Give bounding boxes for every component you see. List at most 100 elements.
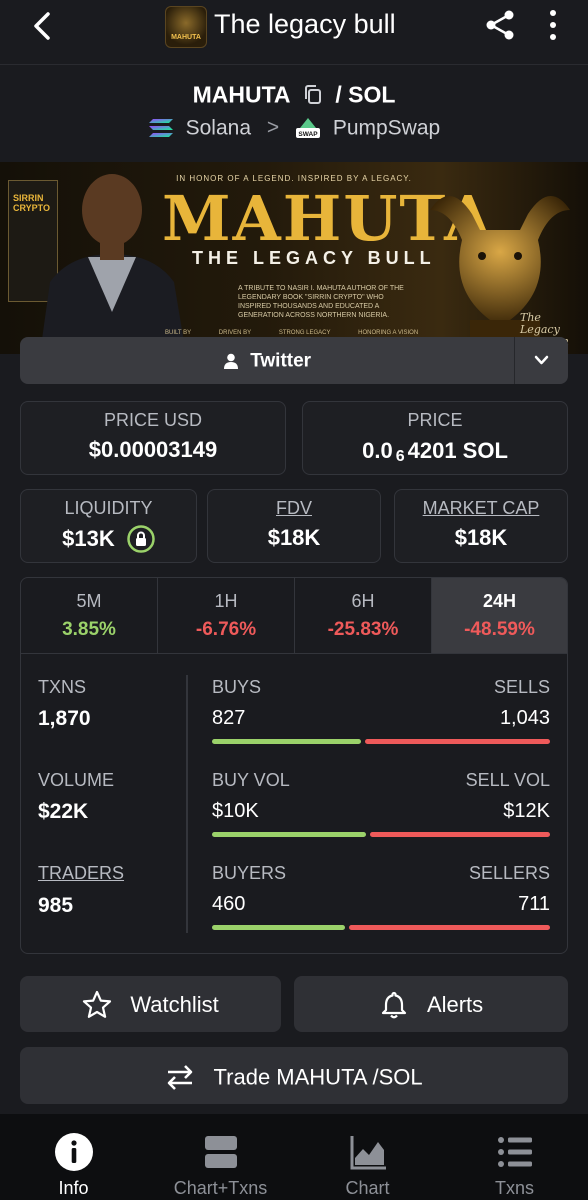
sells-value: 1,043 [499, 707, 550, 729]
more-options-icon[interactable] [540, 8, 566, 42]
txns-value: 1,870 [38, 707, 91, 730]
market-cap-value: $18K [454, 525, 508, 550]
price-usd-value: $0.00003149 [88, 437, 218, 462]
alerts-label: Alerts [426, 992, 484, 1018]
share-icon[interactable] [484, 9, 516, 41]
token-logo: MAHUTA [165, 6, 207, 48]
nav-chart-txns[interactable]: Chart+Txns [147, 1114, 294, 1200]
sell-volume-label: SELL VOL [465, 770, 550, 790]
tab-24h[interactable]: 24H -48.59% [432, 578, 567, 653]
market-cap-card: MARKET CAP $18K [394, 489, 568, 563]
buy-volume-label: BUY VOL [212, 770, 290, 790]
watchlist-button[interactable]: Watchlist [20, 976, 281, 1032]
pumpswap-icon: SWAP [295, 118, 320, 139]
market-cap-label[interactable]: MARKET CAP [395, 498, 567, 519]
buyers-bar [212, 925, 345, 930]
buyers-label: BUYERS [212, 863, 287, 883]
liquidity-label: LIQUIDITY [64, 498, 153, 518]
price-usd-label: PRICE USD [103, 410, 202, 430]
top-bar: MAHUTA The legacy bull [0, 0, 588, 65]
pair-header: MAHUTA / SOL [0, 80, 588, 108]
buy-volume-value: $10K [212, 800, 259, 822]
liquidity-card: LIQUIDITY $13K [20, 489, 197, 563]
alerts-button[interactable]: Alerts [294, 976, 568, 1032]
volume-label: VOLUME [38, 770, 115, 790]
chart-icon [350, 1136, 386, 1170]
trade-button[interactable]: Trade MAHUTA /SOL [20, 1047, 568, 1104]
buys-label: BUYS [212, 677, 262, 697]
nav-txns[interactable]: Txns [441, 1114, 588, 1200]
tab-6h[interactable]: 6H -25.83% [295, 578, 432, 653]
social-links-row: Twitter [20, 337, 568, 384]
pair-quote-symbol: / SOL [335, 81, 396, 108]
back-arrow-icon[interactable] [28, 10, 60, 42]
fdv-label[interactable]: FDV [208, 498, 380, 519]
sell-volume-value: $12K [503, 800, 550, 822]
fdv-value: $18K [267, 525, 321, 550]
lock-icon[interactable] [127, 525, 155, 553]
buy-volume-bar [212, 832, 366, 837]
token-logo-text: MAHUTA [171, 34, 201, 41]
volume-value: $22K [38, 800, 89, 823]
liquidity-value: $13K [62, 526, 115, 552]
nav-label: Txns [494, 1178, 534, 1198]
project-banner: SIRRIN CRYPTO IN HONOR OF A LEGEND. INSP… [0, 162, 588, 354]
nav-label: Chart [345, 1178, 390, 1198]
chain-name[interactable]: Solana [186, 116, 251, 139]
sellers-value: 711 [518, 893, 550, 915]
banner-footer-item: HONORING A VISION [358, 330, 419, 336]
tab-label: 24H [482, 591, 517, 611]
dex-name[interactable]: PumpSwap [333, 116, 440, 139]
price-native-label: PRICE [407, 410, 463, 430]
banner-tribute-text: A TRIBUTE TO NASIR I. MAHUTA AUTHOR OF T… [238, 285, 404, 319]
chain-breadcrumb: Solana > SWAP PumpSwap [0, 116, 588, 140]
price-native-suffix: 4201 SOL [407, 438, 508, 464]
tab-change: 3.85% [62, 619, 116, 640]
twitter-button[interactable]: Twitter [20, 337, 514, 384]
liquidity-value-row: $13K [21, 525, 196, 553]
tab-label: 5M [76, 591, 102, 611]
page-title: The legacy bull [214, 9, 396, 39]
nav-label: Chart+Txns [173, 1178, 268, 1198]
timeframe-tabs: 5M 3.85% 1H -6.76% 6H -25.83% 24H -48.59… [21, 578, 567, 654]
tab-change: -48.59% [464, 619, 535, 640]
nav-chart[interactable]: Chart [294, 1114, 441, 1200]
tab-label: 1H [214, 591, 238, 611]
sellers-bar [349, 925, 550, 930]
tab-1h[interactable]: 1H -6.76% [158, 578, 295, 653]
swap-arrows-icon [168, 1065, 193, 1091]
chart-txns-icon [204, 1136, 237, 1168]
price-native-value: 0.0 6 4201 SOL [303, 437, 567, 466]
price-native-zero-count: 6 [395, 448, 405, 466]
bottom-navigation: Info Chart+Txns Chart Txns [0, 1114, 588, 1200]
trading-stats-panel: 5M 3.85% 1H -6.76% 6H -25.83% 24H -48.59… [20, 577, 568, 954]
solana-icon [148, 119, 173, 138]
buyers-value: 460 [212, 893, 246, 915]
sells-bar [365, 739, 550, 744]
copy-icon[interactable] [303, 84, 323, 106]
traders-label[interactable]: TRADERS [38, 863, 124, 884]
person-icon [223, 353, 238, 369]
bell-icon [381, 992, 406, 1019]
stats-divider [186, 675, 188, 933]
tab-change: -6.76% [195, 619, 257, 640]
tab-change: -25.83% [327, 619, 399, 640]
sells-label: SELLS [493, 677, 550, 697]
banner-footer-item: DRIVEN BY [218, 330, 252, 336]
txns-icon [497, 1137, 532, 1167]
txns-label: TXNS [38, 677, 87, 697]
price-usd-card: PRICE USD $0.00003149 [20, 401, 286, 475]
buys-bar [212, 739, 361, 744]
twitter-label: Twitter [250, 350, 312, 372]
price-native-card: PRICE 0.0 6 4201 SOL [302, 401, 568, 475]
breadcrumb-separator: > [266, 116, 280, 140]
banner-footer-item: STRONG LEGACY [278, 330, 331, 336]
banner-subtitle: THE LEGACY BULL [192, 248, 436, 268]
nav-info[interactable]: Info [0, 1114, 147, 1200]
chevron-down-icon[interactable] [515, 337, 568, 384]
pair-base-symbol: MAHUTA [192, 81, 291, 108]
watchlist-label: Watchlist [130, 992, 219, 1018]
tab-5m[interactable]: 5M 3.85% [21, 578, 158, 653]
banner-footer-item: BUILT BY [165, 330, 192, 336]
tab-label: 6H [351, 591, 375, 611]
